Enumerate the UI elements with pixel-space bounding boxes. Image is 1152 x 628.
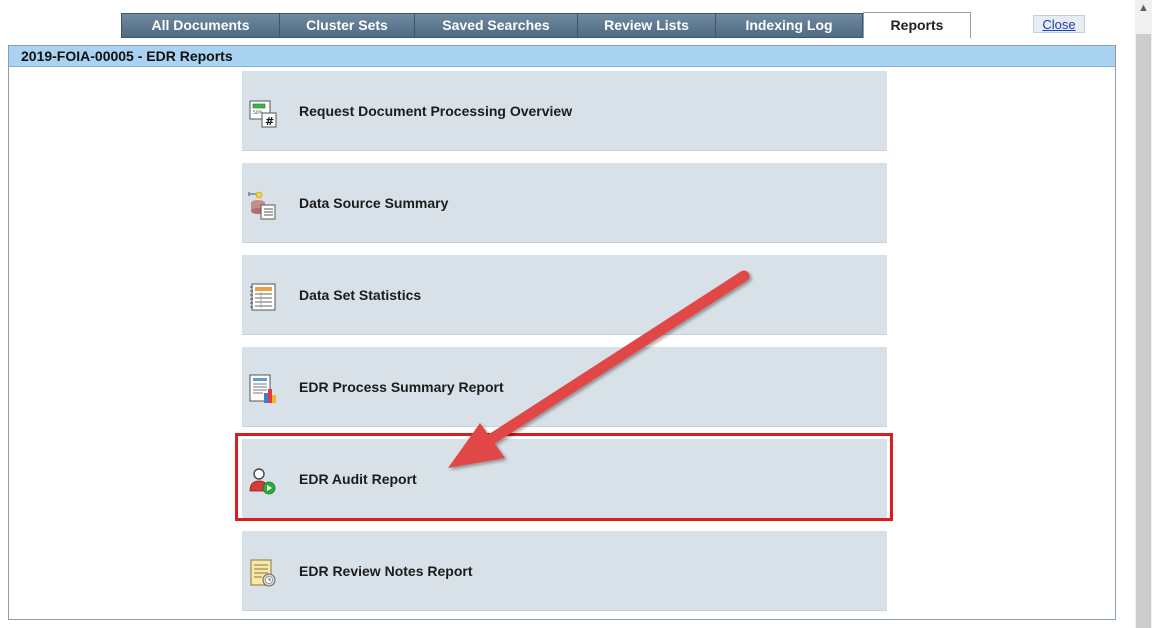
reports-page: All Documents Cluster Sets Saved Searche… (0, 0, 1152, 628)
report-item-data-set-statistics[interactable]: Data Set Statistics (242, 255, 887, 335)
tab-cluster-sets[interactable]: Cluster Sets (279, 13, 414, 38)
processing-overview-icon: 50% # (249, 100, 277, 128)
report-label: EDR Review Notes Report (299, 563, 473, 579)
reports-panel: 2019-FOIA-00005 - EDR Reports 50% # Requ… (8, 45, 1116, 620)
close-link[interactable]: Close (1033, 15, 1085, 33)
data-source-icon (248, 191, 276, 220)
audit-user-icon (249, 468, 276, 495)
statistics-sheet-icon (250, 283, 276, 311)
report-item-data-source-summary[interactable]: Data Source Summary (242, 163, 887, 243)
scroll-thumb[interactable] (1136, 34, 1151, 628)
report-label: Request Document Processing Overview (299, 103, 573, 119)
tab-bar: All Documents Cluster Sets Saved Searche… (121, 12, 971, 38)
vertical-scrollbar[interactable]: ▲ (1135, 0, 1152, 628)
report-label: Data Source Summary (299, 195, 449, 211)
report-label: Data Set Statistics (299, 287, 422, 303)
tab-all-documents[interactable]: All Documents (121, 13, 279, 38)
review-notes-icon (250, 559, 276, 587)
report-label: EDR Process Summary Report (299, 379, 504, 395)
tab-review-lists[interactable]: Review Lists (577, 13, 715, 38)
report-item-processing-overview[interactable]: 50% # Request Document Processing Overvi… (242, 71, 887, 151)
report-label: EDR Audit Report (299, 471, 417, 487)
panel-title: 2019-FOIA-00005 - EDR Reports (9, 46, 1115, 67)
tab-saved-searches[interactable]: Saved Searches (414, 13, 577, 38)
tab-reports[interactable]: Reports (863, 12, 971, 38)
svg-text:#: # (265, 115, 274, 128)
report-item-edr-process-summary[interactable]: EDR Process Summary Report (242, 347, 887, 427)
tab-indexing-log[interactable]: Indexing Log (715, 13, 863, 38)
scroll-up-arrow-icon[interactable]: ▲ (1135, 0, 1152, 17)
report-item-edr-review-notes[interactable]: EDR Review Notes Report (242, 531, 887, 611)
summary-chart-icon (249, 374, 276, 403)
report-item-edr-audit-report[interactable]: EDR Audit Report (242, 439, 887, 519)
